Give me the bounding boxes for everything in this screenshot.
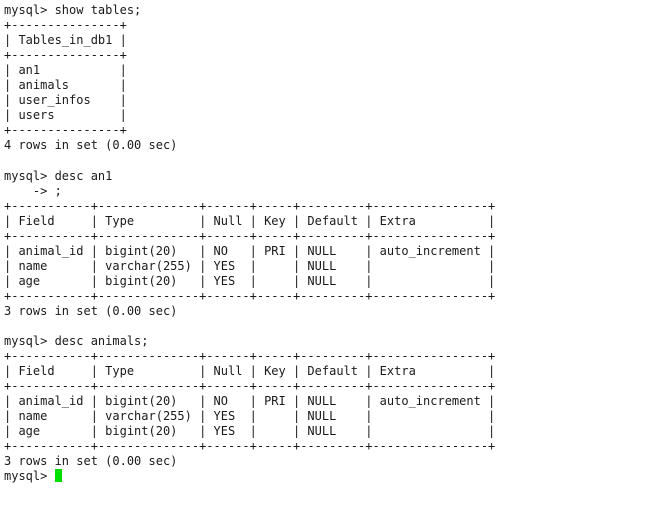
block-cursor — [54, 469, 62, 483]
terminal-prompt-line: mysql> — [4, 469, 656, 484]
terminal-output: mysql> show tables; +---------------+ | … — [4, 3, 496, 469]
prompt-text: mysql> — [4, 469, 55, 484]
terminal-screen[interactable]: mysql> show tables; +---------------+ | … — [0, 0, 656, 509]
